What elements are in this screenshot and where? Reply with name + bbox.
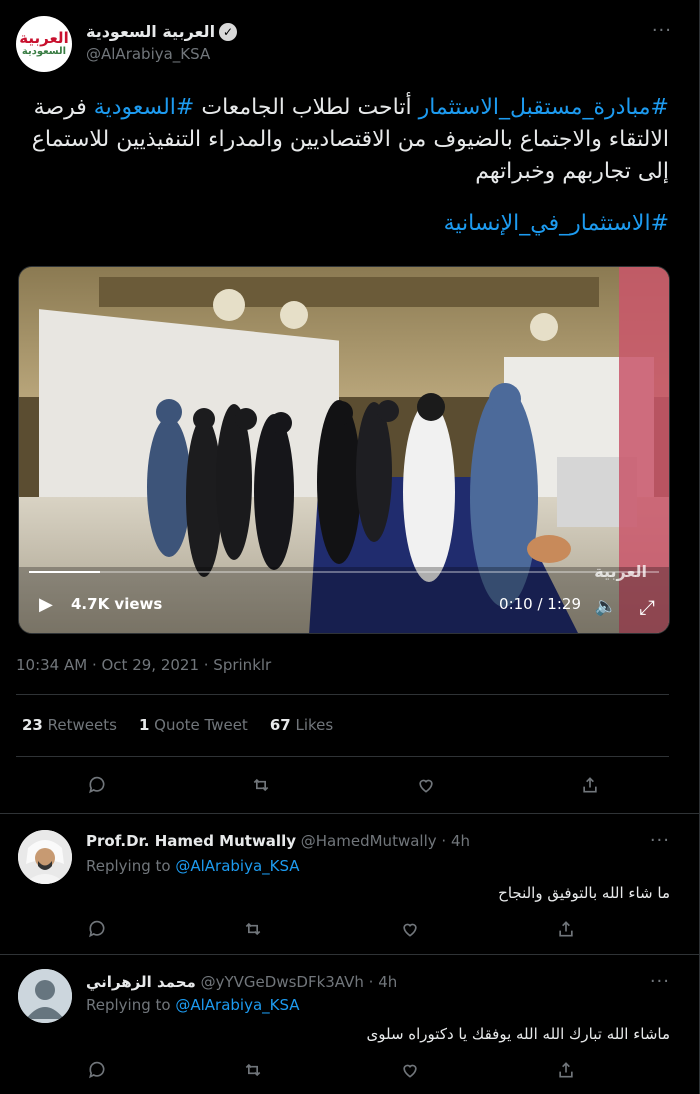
mention-link[interactable]: @AlArabiya_KSA — [175, 996, 299, 1014]
hashtag-link[interactable]: #السعودية — [94, 95, 195, 120]
hashtag-link[interactable]: #مبادرة_مستقبل_الاستثمار — [419, 95, 669, 120]
logo-line-1: العربية — [19, 29, 69, 47]
likes-stat[interactable]: 67 Likes — [270, 716, 333, 734]
more-options-icon[interactable]: ··· — [650, 971, 670, 992]
reply-author-name[interactable]: محمد الزهراني — [86, 973, 196, 991]
logo-line-2: السعودية — [21, 46, 67, 57]
video-views: 4.7K views — [71, 595, 163, 613]
quote-stat[interactable]: 1 Quote Tweet — [139, 716, 248, 734]
reply-age[interactable]: · 4h — [369, 973, 398, 991]
retweet-icon[interactable] — [238, 1055, 268, 1085]
retweets-label: Retweets — [47, 716, 117, 734]
reply-icon[interactable] — [82, 914, 112, 944]
author-name[interactable]: العربية السعودية — [86, 22, 215, 41]
retweets-count: 23 — [22, 716, 43, 734]
reply-text: ما شاء الله بالتوفيق والنجاح — [498, 884, 670, 902]
reply-author-handle[interactable]: @HamedMutwally — [301, 832, 437, 850]
video-progress-fill — [29, 571, 100, 573]
like-icon[interactable] — [395, 914, 425, 944]
reply-author-name[interactable]: Prof.Dr. Hamed Mutwally — [86, 832, 296, 850]
video-frame — [19, 267, 669, 633]
likes-count: 67 — [269, 716, 291, 734]
retweets-stat[interactable]: 23 Retweets — [22, 716, 117, 734]
share-icon[interactable] — [551, 1055, 581, 1085]
quote-count: 1 — [138, 716, 150, 734]
tweet-timestamp[interactable]: 10:34 AM · Oct 29, 2021 · Sprinklr — [16, 656, 271, 674]
tweet-thread: العربية السعودية العربية السعودية ✓ @AlA… — [0, 0, 700, 1094]
video-progress-bar[interactable] — [29, 571, 659, 573]
mention-link[interactable]: @AlArabiya_KSA — [175, 857, 299, 875]
verified-icon: ✓ — [219, 22, 238, 41]
quote-label: Quote Tweet — [154, 716, 248, 734]
reply-age[interactable]: · 4h — [441, 832, 470, 850]
more-options-icon[interactable]: ··· — [652, 20, 672, 41]
more-options-icon[interactable]: ··· — [650, 830, 670, 851]
author-handle[interactable]: @AlArabiya_KSA — [86, 45, 237, 63]
reply-actions — [0, 1055, 700, 1085]
reply-icon[interactable] — [82, 770, 112, 800]
video-player[interactable]: العربية ▶ 4.7K views 0:10 / 1:29 🔈 ⤢ — [18, 266, 670, 634]
tweet-stats: 23 Retweets 1 Quote Tweet 67 Likes — [22, 716, 333, 734]
replying-to: Replying to @AlArabiya_KSA — [86, 996, 300, 1014]
hashtag-link[interactable]: #الاستثمار_في_الإنسانية — [444, 211, 669, 236]
reply-author-handle[interactable]: @yYVGeDwsDFk3AVh — [201, 973, 364, 991]
reply-actions — [0, 914, 700, 944]
avatar[interactable] — [18, 969, 72, 1023]
author-avatar[interactable]: العربية السعودية — [16, 16, 72, 72]
author-name-row[interactable]: العربية السعودية ✓ — [86, 22, 238, 41]
replying-to: Replying to @AlArabiya_KSA — [86, 857, 300, 875]
video-time: 0:10 / 1:29 — [499, 595, 581, 613]
reply-text: ماشاء الله تبارك الله الله يوفقك يا دكتو… — [366, 1025, 670, 1043]
tweet-header: العربية السعودية العربية السعودية ✓ @AlA… — [16, 16, 684, 72]
tweet-actions — [0, 770, 700, 800]
replying-to-label: Replying to — [86, 857, 171, 875]
tweet-text: #مبادرة_مستقبل_الاستثمار أتاحت لطلاب الج… — [9, 92, 669, 240]
divider — [16, 694, 669, 695]
like-icon[interactable] — [411, 770, 441, 800]
fullscreen-icon[interactable]: ⤢ — [639, 595, 655, 619]
avatar[interactable] — [18, 830, 72, 884]
author-info: العربية السعودية ✓ @AlArabiya_KSA — [86, 22, 238, 63]
retweet-icon[interactable] — [246, 770, 276, 800]
play-icon[interactable]: ▶ — [39, 594, 53, 615]
likes-label: Likes — [295, 716, 334, 734]
retweet-icon[interactable] — [238, 914, 268, 944]
reply-item[interactable]: Prof.Dr. Hamed Mutwally @HamedMutwally ·… — [0, 814, 700, 954]
tweet-text-part: أتاحت لطلاب الجامعات — [194, 95, 419, 120]
reply-icon[interactable] — [82, 1055, 112, 1085]
share-icon[interactable] — [551, 914, 581, 944]
reply-header: محمد الزهراني @yYVGeDwsDFk3AVh · 4h — [86, 973, 397, 991]
replying-to-label: Replying to — [86, 996, 171, 1014]
like-icon[interactable] — [395, 1055, 425, 1085]
share-icon[interactable] — [575, 770, 605, 800]
reply-header: Prof.Dr. Hamed Mutwally @HamedMutwally ·… — [86, 832, 470, 850]
divider — [16, 756, 669, 757]
volume-icon[interactable]: 🔈 — [595, 596, 617, 617]
reply-item[interactable]: محمد الزهراني @yYVGeDwsDFk3AVh · 4h ··· … — [0, 955, 700, 1094]
